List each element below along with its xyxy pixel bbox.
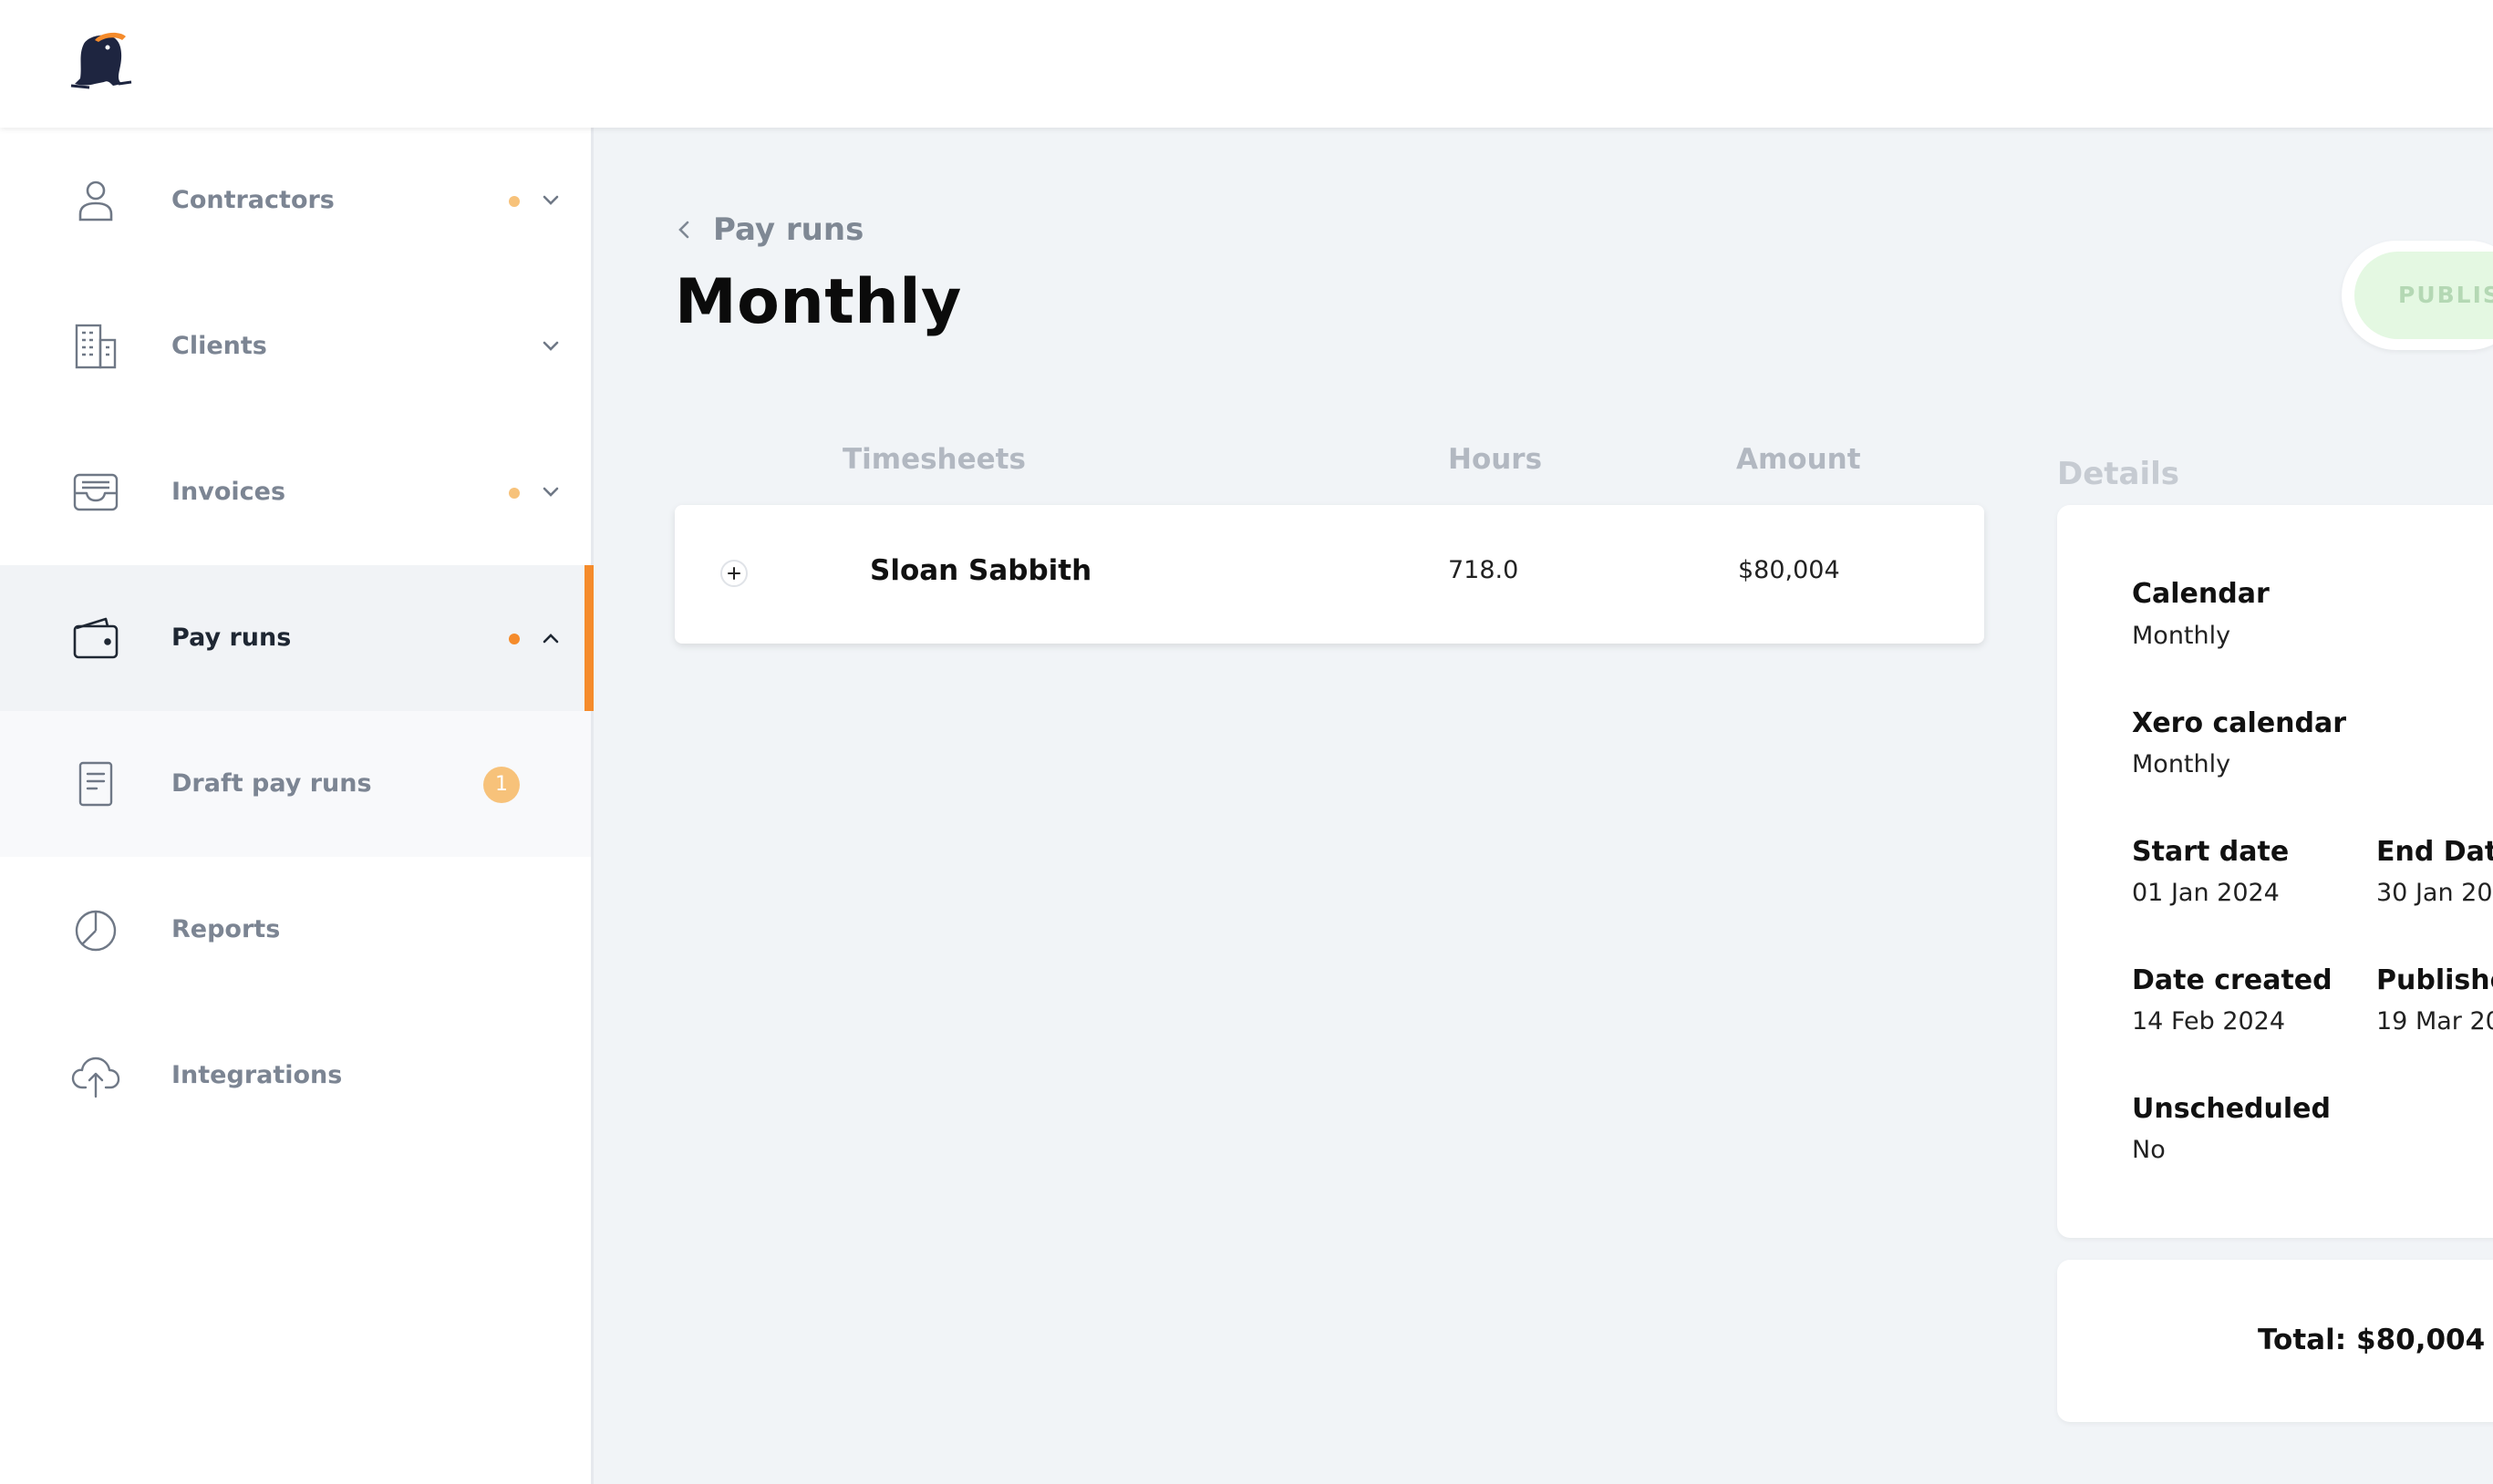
published-value: 19 Mar 2024 <box>2376 1007 2493 1036</box>
timesheet-hours: 718.0 <box>1448 556 1519 584</box>
chevron-down-icon[interactable] <box>538 188 564 213</box>
inbox-icon <box>71 468 120 517</box>
date-created-label: Date created <box>2132 964 2333 996</box>
sidebar-item-reports[interactable]: Reports <box>0 857 591 1003</box>
chevron-down-icon[interactable] <box>538 334 564 359</box>
chevron-left-icon <box>675 219 695 241</box>
chevron-up-icon[interactable] <box>538 625 564 651</box>
logo-icon[interactable] <box>67 29 133 91</box>
sidebar: Contractors Clients Invoices Pay runs Dr… <box>0 128 594 1484</box>
wallet-icon <box>71 613 120 663</box>
timesheet-name: Sloan Sabbith <box>870 554 1092 587</box>
xero-calendar-value: Monthly <box>2132 750 2231 778</box>
date-created-value: 14 Feb 2024 <box>2132 1007 2286 1036</box>
person-icon <box>71 176 120 225</box>
details-card: Calendar Monthly Xero calendar Monthly S… <box>2057 505 2493 1238</box>
unscheduled-value: No <box>2132 1136 2166 1164</box>
sidebar-item-label: Pay runs <box>171 623 292 652</box>
document-icon <box>71 759 120 809</box>
end-date-value: 30 Jan 2024 <box>2376 879 2493 907</box>
publish-button-container: PUBLISH <box>2342 241 2493 350</box>
chevron-down-icon[interactable] <box>538 479 564 505</box>
sidebar-item-label: Draft pay runs <box>171 769 372 798</box>
details-heading: Details <box>2057 456 2180 492</box>
publish-button[interactable]: PUBLISH <box>2354 252 2493 339</box>
column-header-hours: Hours <box>1448 443 1543 476</box>
page-title: Monthly <box>675 266 962 338</box>
calendar-label: Calendar <box>2132 578 2270 610</box>
notification-dot <box>509 196 520 207</box>
top-bar <box>0 0 2493 128</box>
column-header-amount: Amount <box>1736 443 1861 476</box>
sidebar-item-draft-pay-runs[interactable]: Draft pay runs 1 <box>0 711 591 857</box>
sidebar-item-label: Invoices <box>171 478 286 506</box>
sidebar-item-label: Clients <box>171 332 267 360</box>
timesheet-amount: $80,004 <box>1738 556 1840 584</box>
count-badge: 1 <box>483 767 520 803</box>
sidebar-item-label: Reports <box>171 915 281 943</box>
sidebar-item-integrations[interactable]: Integrations <box>0 1003 591 1149</box>
sidebar-item-label: Integrations <box>171 1061 343 1089</box>
notification-dot <box>509 634 520 644</box>
expand-plus-icon[interactable] <box>720 560 748 587</box>
building-icon <box>71 322 120 371</box>
sidebar-item-contractors[interactable]: Contractors <box>0 128 591 273</box>
xero-calendar-label: Xero calendar <box>2132 707 2347 739</box>
column-header-timesheets: Timesheets <box>843 443 1026 476</box>
cloud-upload-icon <box>71 1051 120 1100</box>
sidebar-item-clients[interactable]: Clients <box>0 273 591 419</box>
notification-dot <box>509 488 520 499</box>
pie-chart-icon <box>71 905 120 954</box>
calendar-value: Monthly <box>2132 622 2231 650</box>
total-label: Total: <box>2258 1324 2347 1356</box>
published-label: Published <box>2376 964 2493 996</box>
table-row[interactable]: Sloan Sabbith 718.0 $80,004 <box>675 505 1984 644</box>
start-date-label: Start date <box>2132 836 2290 868</box>
total-value: $80,004 <box>2356 1324 2486 1356</box>
back-link-label: Pay runs <box>713 211 864 248</box>
sidebar-item-label: Contractors <box>171 186 335 214</box>
start-date-value: 01 Jan 2024 <box>2132 879 2280 907</box>
total-card: Total: $80,004 <box>2057 1260 2493 1422</box>
end-date-label: End Date <box>2376 836 2493 868</box>
sidebar-item-invoices[interactable]: Invoices <box>0 419 591 565</box>
sidebar-item-pay-runs[interactable]: Pay runs <box>0 565 594 711</box>
unscheduled-label: Unscheduled <box>2132 1093 2331 1125</box>
